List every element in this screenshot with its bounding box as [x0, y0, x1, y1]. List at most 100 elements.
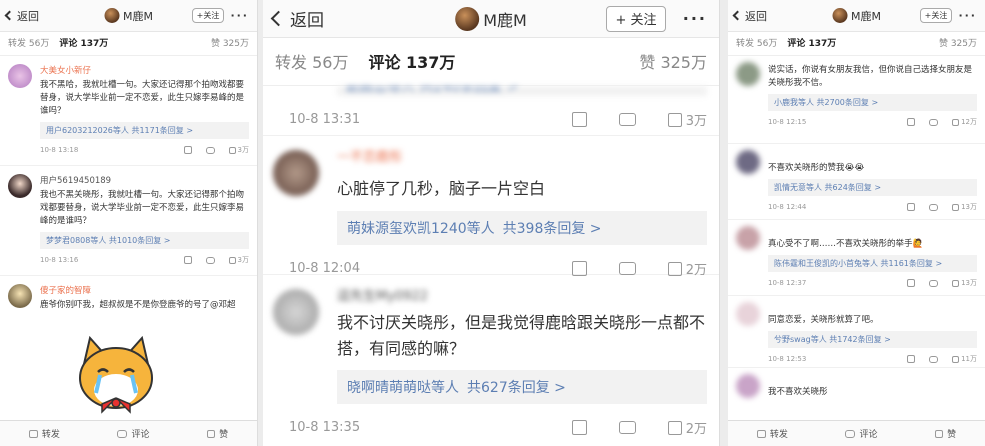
reply-summary-link[interactable]: 小鹿我等人 共2700条回复 >: [768, 94, 977, 111]
tab-repost[interactable]: 转发 56万: [736, 36, 777, 49]
share-icon[interactable]: [907, 279, 916, 287]
reply-summary-link[interactable]: 用户6203212026等人 共1171条回复 >: [40, 122, 249, 139]
user-avatar[interactable]: [736, 302, 760, 326]
reply-summary-link[interactable]: 兮野swag等人 共1742条回复 >: [768, 331, 977, 348]
back-button[interactable]: 返回: [270, 6, 324, 31]
share-icon[interactable]: [571, 420, 587, 435]
comment-icon[interactable]: [929, 355, 939, 363]
bottom-action-bar: 转发 评论 赞: [728, 420, 985, 446]
thumb-up-icon: [207, 429, 216, 438]
user-avatar[interactable]: [273, 150, 319, 196]
thumb-up-icon: [952, 118, 960, 126]
thumb-up-icon: [952, 279, 960, 287]
comment-username[interactable]: 傻子家的智障: [40, 284, 249, 296]
comment-icon[interactable]: [205, 146, 215, 154]
user-avatar[interactable]: [273, 289, 319, 335]
back-button[interactable]: 返回: [732, 8, 767, 24]
comment-username[interactable]: 一不恋鹿彤: [337, 146, 707, 165]
user-avatar[interactable]: [8, 284, 32, 308]
repost-button[interactable]: 转发: [756, 427, 788, 440]
like-button[interactable]: 12万: [952, 117, 977, 127]
comment-time: 10-8 12:15: [768, 118, 807, 126]
comment-button[interactable]: 评论: [117, 427, 149, 440]
like-button[interactable]: 3万: [228, 255, 249, 265]
repost-button[interactable]: 转发: [28, 427, 60, 440]
comment-username[interactable]: 用户5619450189: [40, 174, 249, 186]
more-icon[interactable]: ···: [958, 9, 977, 22]
comment-item: 说实话，你说有女朋友我信，但你说自己选择女朋友是关晓彤我不信。 小鹿我等人 共2…: [728, 56, 985, 144]
reply-summary-link[interactable]: 晓啊晴萌萌哒等人 共627条回复 >: [337, 370, 707, 404]
left-screenshot-panel: 返回 M鹿M +关注 ··· 转发 56万 评论 137万 赞 325万 大美女…: [0, 0, 258, 446]
comment-username[interactable]: 大美女小新仔: [40, 64, 249, 76]
comment-text: 我不黑哈，我就吐槽一句。大家还记得那个拍吻戏都要替身，说大学毕业前一定不恋爱，此…: [40, 80, 245, 116]
like-button[interactable]: 3万: [667, 110, 707, 129]
middle-screenshot-panel: 返回 M鹿M + 关注 ··· 转发 56万 评论 137万 赞 325万 谢由…: [263, 0, 720, 446]
comment-icon[interactable]: [929, 203, 939, 211]
more-icon[interactable]: ···: [230, 9, 249, 22]
comment-meta: 10-8 12:37 13万: [768, 278, 977, 288]
reply-summary-link[interactable]: 梦梦君0808等人 共1010条回复 >: [40, 232, 249, 249]
tab-repost[interactable]: 转发 56万: [8, 36, 49, 49]
reply-summary-link[interactable]: 陈伟霆和王俊凯的小首兔等人 共1161条回复 >: [768, 255, 977, 272]
tab-comments[interactable]: 评论 137万: [368, 49, 455, 73]
page-title: M鹿M: [123, 9, 153, 23]
follow-button[interactable]: + 关注: [606, 5, 666, 32]
reply-summary-link[interactable]: 萌妹源玺欢凯1240等人 共398条回复 >: [337, 211, 707, 245]
comment-item-partial: 谢由思等人 共240条回复 > 10-8 13:31 3万: [263, 86, 719, 136]
repost-label: 转发: [41, 430, 60, 440]
avatar[interactable]: [832, 8, 848, 23]
user-avatar[interactable]: [8, 174, 32, 198]
like-button[interactable]: 赞: [207, 427, 228, 440]
comment-icon[interactable]: [205, 256, 215, 264]
chevron-left-icon: [732, 10, 743, 21]
like-button[interactable]: 赞: [935, 427, 956, 440]
tab-comments[interactable]: 评论 137万: [59, 36, 108, 49]
avatar[interactable]: [104, 8, 120, 23]
share-icon[interactable]: [907, 203, 916, 211]
user-avatar[interactable]: [736, 62, 760, 86]
like-button[interactable]: 11万: [952, 354, 977, 364]
reply-summary-link[interactable]: 谢由思等人 共240条回复 >: [337, 86, 707, 96]
tab-comments[interactable]: 评论 137万: [787, 36, 836, 49]
share-icon[interactable]: [571, 261, 587, 276]
tab-repost[interactable]: 转发 56万: [275, 49, 348, 73]
like-button[interactable]: 2万: [667, 418, 707, 437]
user-avatar[interactable]: [736, 226, 760, 250]
comment-icon[interactable]: [618, 262, 636, 275]
user-avatar[interactable]: [736, 150, 760, 174]
tab-likes[interactable]: 赞 325万: [211, 36, 249, 49]
thumb-up-icon: [228, 256, 236, 264]
share-icon[interactable]: [571, 112, 587, 127]
user-avatar[interactable]: [736, 374, 760, 398]
share-icon[interactable]: [907, 355, 916, 363]
reply-summary-link[interactable]: 凯情无意等人 共624条回复 >: [768, 179, 977, 196]
reply-count: 共398条回复 >: [502, 221, 602, 237]
comment-item: 一不恋鹿彤 心脏停了几秒，脑子一片空白 萌妹源玺欢凯1240等人 共398条回复…: [263, 136, 719, 278]
like-button[interactable]: 13万: [952, 278, 977, 288]
nav-title-group: M鹿M: [832, 8, 881, 24]
tab-likes[interactable]: 赞 325万: [939, 36, 977, 49]
avatar[interactable]: [455, 6, 480, 31]
share-icon[interactable]: [907, 118, 916, 126]
user-avatar[interactable]: [8, 64, 32, 88]
like-button[interactable]: 13万: [952, 202, 977, 212]
share-icon[interactable]: [183, 146, 192, 154]
like-button[interactable]: 3万: [228, 145, 249, 155]
comment-button[interactable]: 评论: [845, 427, 877, 440]
back-button[interactable]: 返回: [4, 8, 39, 24]
nav-bar: 返回 M鹿M +关注 ···: [0, 0, 257, 32]
comment-meta: 10-8 12:15 12万: [768, 117, 977, 127]
nav-title-group: M鹿M: [455, 6, 527, 31]
comment-icon[interactable]: [618, 113, 636, 126]
like-count: 12万: [961, 118, 977, 126]
reply-users: 晓啊晴萌萌哒等人: [347, 380, 459, 396]
more-icon[interactable]: ···: [683, 9, 707, 28]
follow-button[interactable]: +关注: [920, 8, 952, 23]
share-icon[interactable]: [183, 256, 192, 264]
comment-icon[interactable]: [929, 279, 939, 287]
tab-likes[interactable]: 赞 325万: [639, 49, 707, 73]
follow-button[interactable]: +关注: [192, 8, 224, 23]
comment-username[interactable]: 逗先生My0922: [337, 285, 707, 304]
comment-icon[interactable]: [618, 421, 636, 434]
comment-icon[interactable]: [929, 118, 939, 126]
